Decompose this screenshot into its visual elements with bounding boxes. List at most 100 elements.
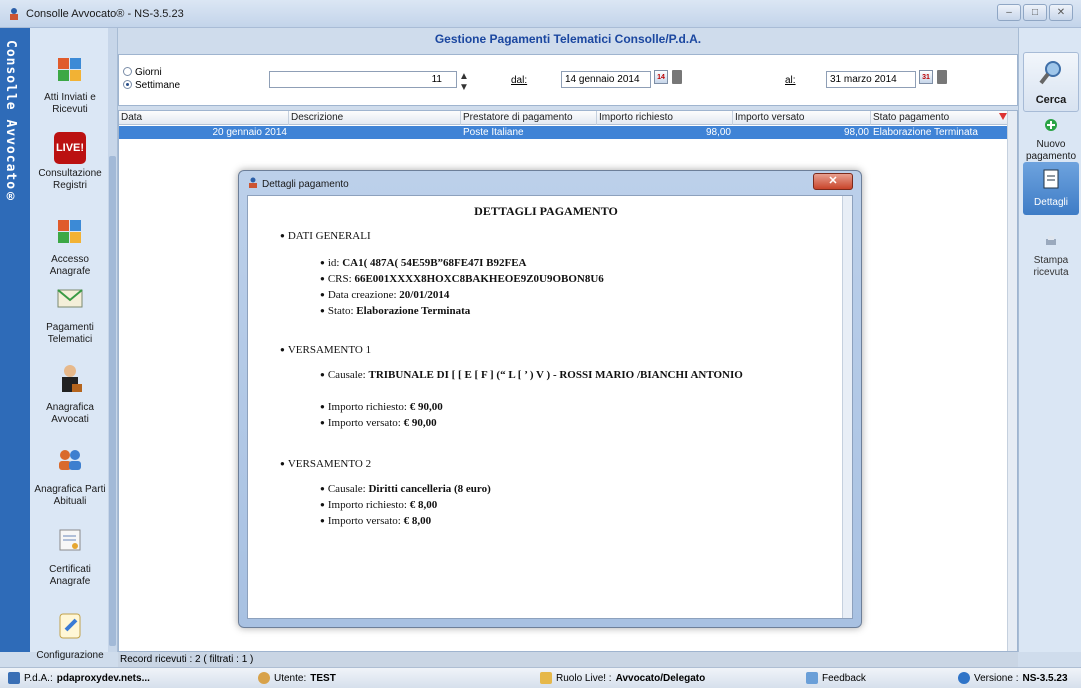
print-icon: [1046, 236, 1056, 245]
cell-prestatore: Poste Italiane: [463, 127, 524, 138]
print-receipt-button[interactable]: Stampa ricevuta: [1023, 234, 1079, 279]
info-icon: [958, 672, 970, 684]
folder-icon: [540, 672, 552, 684]
radio-dot: [123, 67, 132, 76]
col-importo-versato[interactable]: Importo versato: [733, 111, 871, 125]
certificate-icon: [59, 529, 81, 551]
table-row[interactable]: 20 gennaio 2014 Poste Italiane 98,00 98,…: [119, 126, 1008, 139]
nav-label: Anagrafica Avvocati: [46, 402, 94, 425]
user-icon: [258, 672, 270, 684]
brand-strip: Consolle Avvocato®: [0, 28, 30, 652]
nav-label: Pagamenti Telematici: [46, 322, 94, 345]
filter-icon[interactable]: [999, 113, 1007, 120]
field-crs: CRS: 66E001XXXX8HOXC8BAKHEOE9Z0U9OBON8U6: [320, 272, 820, 286]
document-title: DETTAGLI PAGAMENTO: [474, 204, 618, 218]
nav-pagamenti-telematici[interactable]: Pagamenti Telematici: [30, 282, 110, 346]
dal-label: dal:: [511, 75, 528, 86]
feedback-icon: [806, 672, 818, 684]
dialog-scrollbar[interactable]: [842, 196, 852, 618]
radio-settimane[interactable]: Settimane: [123, 80, 180, 91]
left-nav: Atti Inviati e Ricevuti LIVE! Consultazi…: [30, 28, 118, 661]
app-logo-icon: [249, 177, 257, 188]
nav-label: Atti Inviati e Ricevuti: [44, 92, 96, 115]
col-data[interactable]: Data: [119, 111, 289, 125]
pda-status: P.d.A.: pdaproxydev.nets...: [8, 672, 150, 684]
nav-configurazione[interactable]: Configurazione: [30, 610, 110, 662]
add-icon: [1045, 119, 1057, 131]
radio-giorni[interactable]: Giorni: [123, 67, 162, 78]
nav-label: Configurazione: [36, 650, 104, 661]
window-title: Consolle Avvocato® - NS-3.5.23: [26, 8, 184, 20]
clear-date-icon[interactable]: [937, 70, 947, 84]
nav-label: Anagrafica Parti Abituali: [34, 484, 106, 507]
col-importo-richiesto[interactable]: Importo richiesto: [597, 111, 733, 125]
date-to-input[interactable]: 31 marzo 2014: [826, 71, 916, 88]
table-header: Data Descrizione Prestatore di pagamento…: [119, 111, 1008, 125]
version-status: Versione : NS-3.5.23: [958, 672, 1068, 684]
field-causale-2: Causale: Diritti cancelleria (8 euro): [320, 482, 820, 496]
calendar-icon[interactable]: 14: [654, 70, 668, 84]
user-status: Utente: TEST: [258, 672, 336, 684]
al-label: al:: [785, 75, 796, 86]
filter-panel: Giorni Settimane 11 ▲ ▼ dal: 14 gennaio 2…: [118, 54, 1018, 106]
server-icon: [8, 672, 20, 684]
nav-certificati-anagrafe[interactable]: Certificati Anagrafe: [30, 524, 110, 588]
section-dati-generali: DATI GENERALI: [280, 230, 371, 242]
lawyer-icon: [62, 365, 82, 392]
date-from-input[interactable]: 14 gennaio 2014: [561, 71, 651, 88]
minimize-button[interactable]: –: [997, 4, 1021, 21]
table-scrollbar[interactable]: [1007, 111, 1017, 651]
right-toolbar: Cerca Nuovo pagamento Dettagli Stampa ri…: [1018, 28, 1081, 652]
search-button[interactable]: Cerca: [1023, 52, 1079, 112]
puzzle-icon: [58, 58, 81, 81]
field-id: id: CA1( 487A( 54E59B”68FE47I B92FEA: [320, 256, 820, 270]
spinner-icon[interactable]: ▲ ▼: [459, 71, 469, 93]
brand-text: Consolle Avvocato®: [3, 40, 18, 207]
col-prestatore[interactable]: Prestatore di pagamento: [461, 111, 597, 125]
records-count: Record ricevuti : 2 ( filtrati : 1 ): [118, 652, 1018, 667]
dialog-body: DETTAGLI PAGAMENTO DATI GENERALI id: CA1…: [247, 195, 853, 619]
cell-descrizione: [289, 126, 461, 139]
dialog-close-button[interactable]: ✕: [813, 173, 853, 190]
document-details-icon: [1043, 169, 1059, 189]
close-window-button[interactable]: ✕: [1049, 4, 1073, 21]
nav-anagrafica-parti[interactable]: Anagrafica Parti Abituali: [30, 444, 110, 508]
nav-label: Accesso Anagrafe: [49, 254, 91, 277]
cell-importo-versato: 98,00: [843, 127, 869, 138]
nav-label: Consultazione Registri: [38, 168, 102, 191]
cell-stato: Elaborazione Terminata: [873, 127, 978, 138]
nav-consultazione-registri[interactable]: LIVE! Consultazione Registri: [30, 132, 110, 192]
col-descrizione[interactable]: Descrizione: [289, 111, 461, 125]
dialog-title: Dettagli pagamento: [247, 177, 349, 190]
live-badge-icon: LIVE!: [54, 132, 86, 164]
page-title: Gestione Pagamenti Telematici Consolle/P…: [434, 32, 702, 46]
puzzle-icon: [58, 220, 81, 243]
section-versamento-2: VERSAMENTO 2: [280, 458, 371, 470]
cell-importo-richiesto: 98,00: [705, 127, 731, 138]
feedback-link[interactable]: Feedback: [806, 672, 866, 684]
details-button[interactable]: Dettagli: [1023, 162, 1079, 215]
window-titlebar: Consolle Avvocato® - NS-3.5.23 – □ ✕: [0, 0, 1081, 28]
calendar-icon[interactable]: 31: [919, 70, 933, 84]
settings-icon: [59, 613, 81, 639]
field-importo-richiesto-2: Importo richiesto: € 8,00: [320, 498, 820, 512]
app-logo-icon: [10, 8, 18, 20]
field-importo-versato-1: Importo versato: € 90,00: [320, 416, 820, 430]
maximize-button[interactable]: □: [1023, 4, 1047, 21]
role-status: Ruolo Live! : Avvocato/Delegato: [540, 672, 705, 684]
field-importo-versato-2: Importo versato: € 8,00: [320, 514, 820, 528]
radio-dot: [123, 80, 132, 89]
nav-atti-inviati[interactable]: Atti Inviati e Ricevuti: [30, 52, 110, 116]
cell-data: 20 gennaio 2014: [212, 127, 287, 138]
payment-details-dialog: Dettagli pagamento ✕ DETTAGLI PAGAMENTO …: [238, 170, 862, 628]
clear-date-icon[interactable]: [672, 70, 682, 84]
statusbar: P.d.A.: pdaproxydev.nets... Utente: TEST…: [0, 667, 1081, 688]
section-versamento-1: VERSAMENTO 1: [280, 344, 371, 356]
col-stato[interactable]: Stato pagamento: [871, 111, 1008, 125]
search-icon: [1039, 61, 1061, 85]
nav-accesso-anagrafe[interactable]: Accesso Anagrafe: [30, 214, 110, 278]
nav-anagrafica-avvocati[interactable]: Anagrafica Avvocati: [30, 362, 110, 426]
period-count-input[interactable]: 11: [269, 71, 457, 88]
field-stato: Stato: Elaborazione Terminata: [320, 304, 820, 318]
new-payment-button[interactable]: Nuovo pagamento: [1023, 118, 1079, 163]
